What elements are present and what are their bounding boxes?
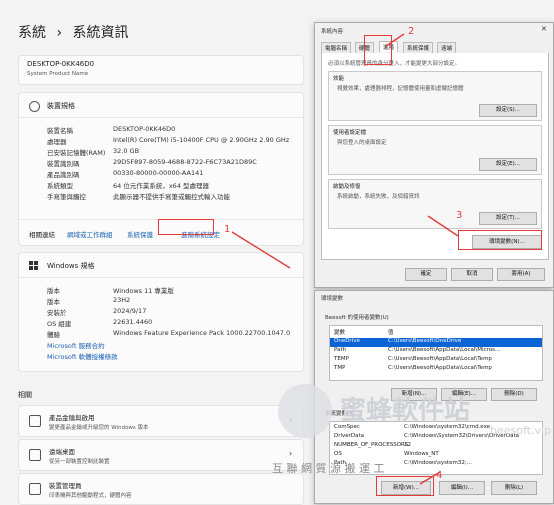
watermark-brand: 蜜蜂軟件站 bbox=[340, 396, 471, 426]
arrow-1 bbox=[231, 231, 291, 269]
watermark: 蜜蜂軟件站 beesoft.vip bbox=[278, 384, 552, 454]
arrow-3 bbox=[427, 215, 459, 237]
arrow-2 bbox=[385, 33, 405, 47]
bee-logo-icon bbox=[278, 384, 332, 438]
watermark-url: beesoft.vip bbox=[490, 424, 552, 437]
watermark-slogan: 互 聯 網 質 源 搬 運 工 bbox=[272, 462, 385, 475]
arrow-4 bbox=[419, 471, 441, 485]
